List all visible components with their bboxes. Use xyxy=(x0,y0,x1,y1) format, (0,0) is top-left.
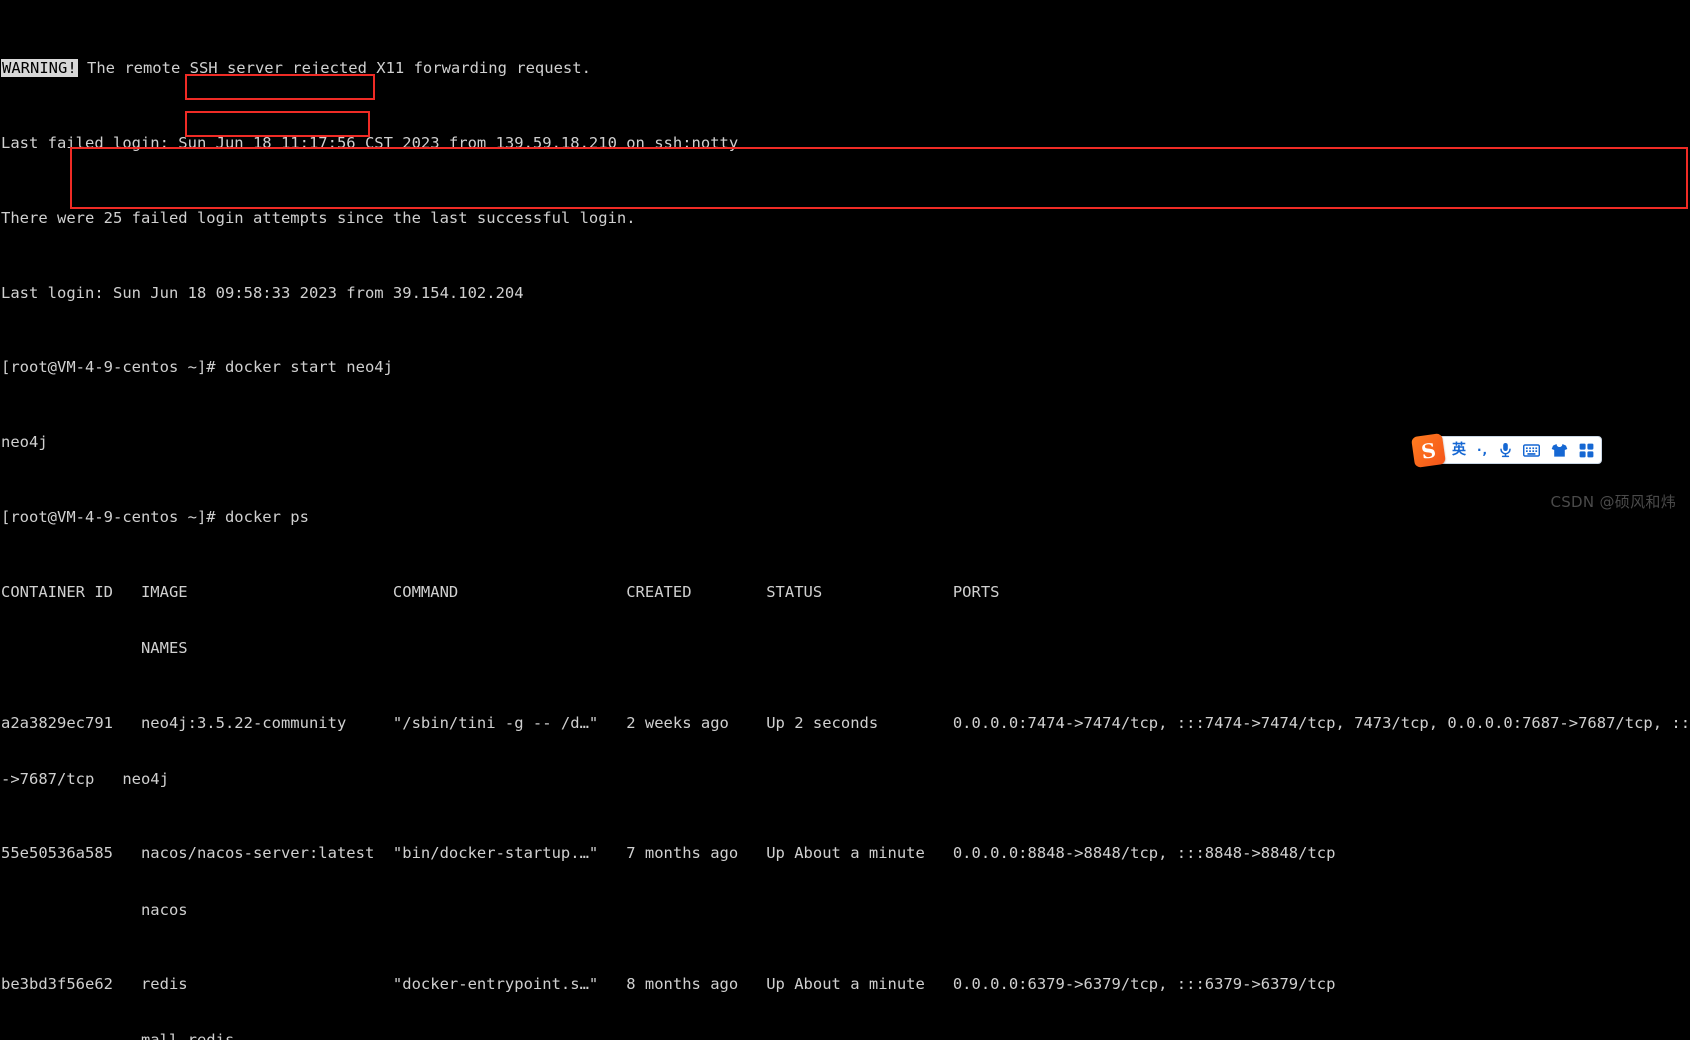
terminal-line-prompt-ps: [root@VM-4-9-centos ~]# docker ps xyxy=(1,508,1690,527)
warning-badge: WARNING! xyxy=(1,59,78,78)
terminal-line-last-failed-login: Last failed login: Sun Jun 18 11:17:56 C… xyxy=(1,133,739,152)
shell-prompt: [root@VM-4-9-centos ~]# xyxy=(1,507,225,526)
toolbox-grid-icon[interactable] xyxy=(1579,440,1594,460)
terminal-line-prompt-start: [root@VM-4-9-centos ~]# docker start neo… xyxy=(1,358,1690,377)
table-header: CONTAINER ID IMAGE COMMAND CREATED STATU… xyxy=(1,582,1000,601)
soft-keyboard-icon[interactable] xyxy=(1523,440,1541,460)
shell-prompt: [root@VM-4-9-centos ~]# xyxy=(1,358,225,377)
csdn-watermark: CSDN @硕风和炜 xyxy=(1550,493,1676,511)
table-row: a2a3829ec791 neo4j:3.5.22-community "/sb… xyxy=(1,713,1690,732)
skin-shirt-icon[interactable] xyxy=(1551,440,1568,460)
sogou-ime-toolbar[interactable]: S 英 ·, xyxy=(1410,432,1603,469)
command-docker-ps: docker ps xyxy=(224,507,309,526)
warning-message: The remote SSH server rejected X11 forwa… xyxy=(77,59,591,78)
terminal-line-failed-attempts: There were 25 failed login attempts sinc… xyxy=(1,208,636,227)
table-row: be3bd3f56e62 redis "docker-entrypoint.s…… xyxy=(1,975,1336,994)
ime-language-mode-button[interactable]: 英 xyxy=(1452,440,1466,460)
table-row: 55e50536a585 nacos/nacos-server:latest "… xyxy=(1,844,1336,863)
microphone-icon[interactable] xyxy=(1499,440,1512,460)
table-row-cont: ->7687/tcp neo4j xyxy=(1,769,169,788)
ime-punctuation-mode-button[interactable]: ·, xyxy=(1477,440,1488,460)
sogou-logo-icon[interactable]: S xyxy=(1410,432,1447,469)
sogou-logo-letter: S xyxy=(1419,437,1438,464)
terminal-line-warning: WARNING! The remote SSH server rejected … xyxy=(1,59,1690,78)
table-header-names: NAMES xyxy=(1,638,188,657)
table-row-cont: mall-redis xyxy=(1,1031,1690,1040)
table-row-cont: nacos xyxy=(1,900,188,919)
command-docker-start: docker start neo4j xyxy=(224,358,393,377)
terminal-line-last-login: Last login: Sun Jun 18 09:58:33 2023 fro… xyxy=(1,283,524,302)
